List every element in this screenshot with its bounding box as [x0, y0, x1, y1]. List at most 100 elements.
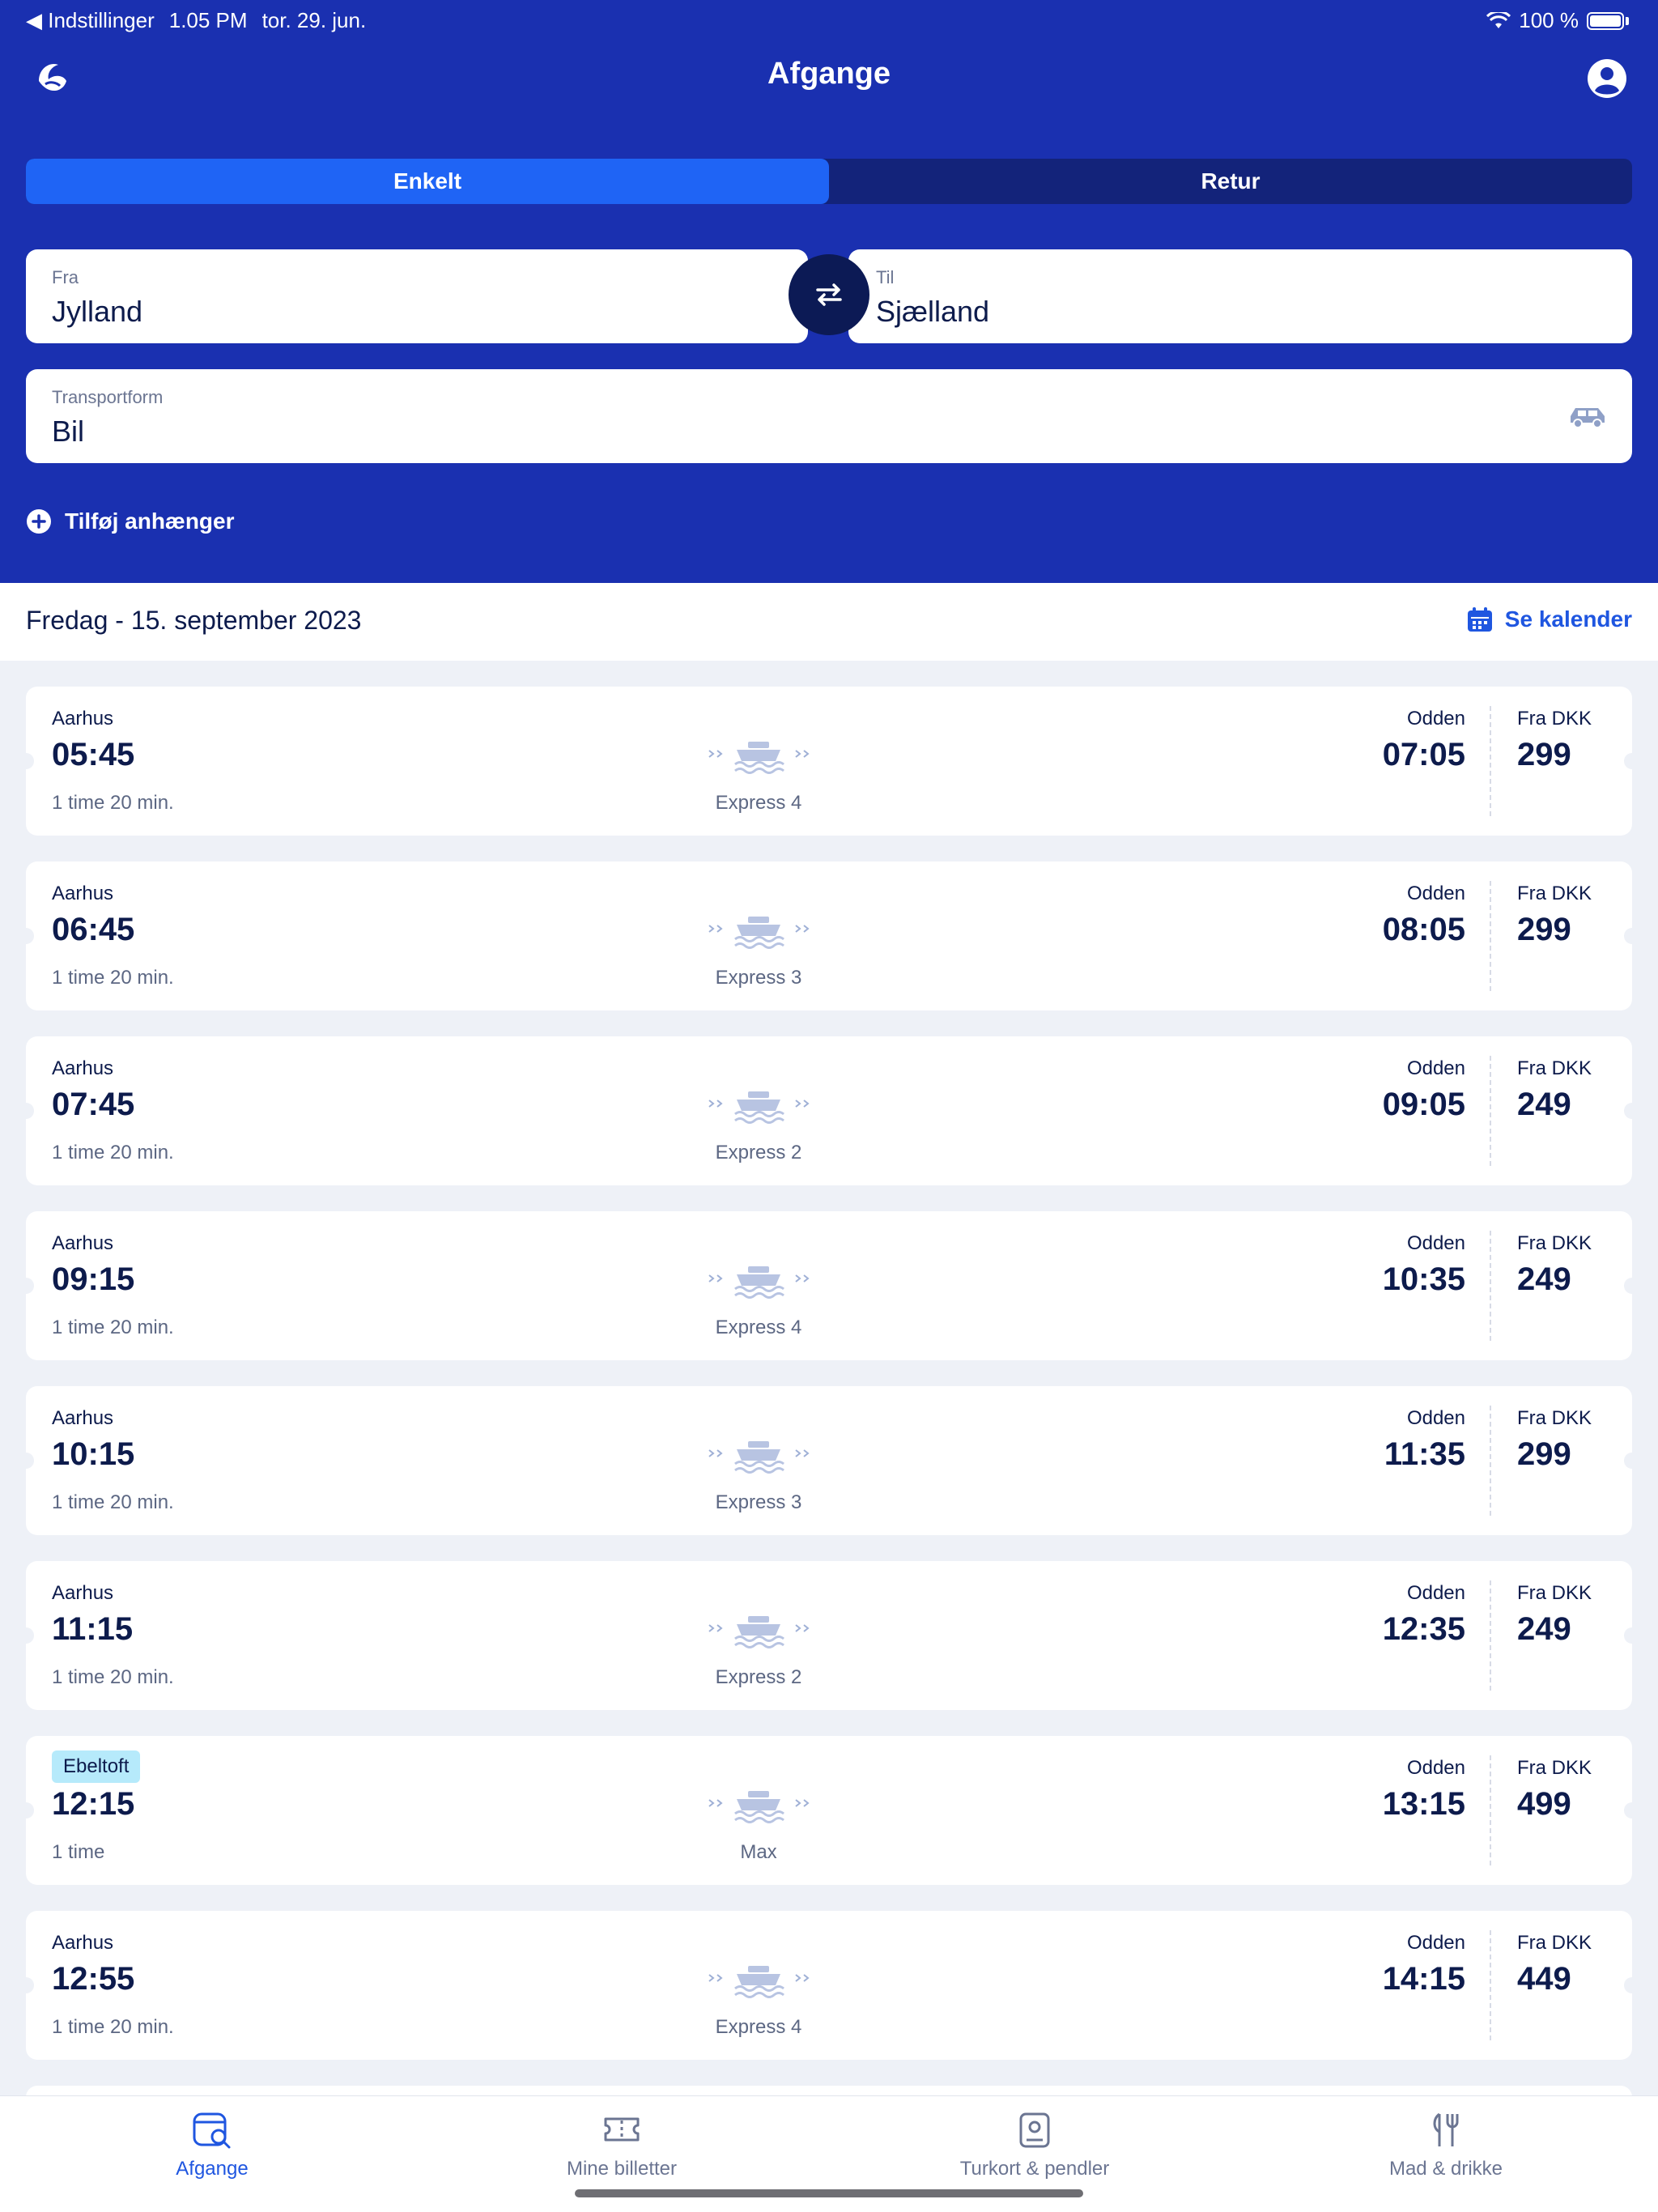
tab-turkort-pendler[interactable]: Turkort & pendler — [913, 2111, 1156, 2180]
tab-retur[interactable]: Retur — [829, 159, 1632, 204]
vessel-name: Express 3 — [715, 1491, 802, 1513]
see-calendar-label: Se kalender — [1504, 606, 1632, 632]
selected-date: Fredag - 15. september 2023 — [26, 606, 362, 635]
status-date: tor. 29. jun. — [261, 8, 367, 32]
add-trailer-label: Tilføj anhænger — [65, 508, 235, 534]
cutlery-icon — [1433, 2112, 1459, 2146]
tab-mine-billetter[interactable]: Mine billetter — [500, 2111, 743, 2180]
departure-port: Aarhus — [52, 1057, 114, 1079]
departure-card[interactable]: Ebeltoft 12:15 1 time Max Odden 13:15 Fr… — [18, 1736, 1640, 1885]
arrival-port: Odden — [1406, 708, 1465, 730]
tab-afgange[interactable]: Afgange — [91, 2111, 334, 2180]
departure-card[interactable]: Aarhus 11:15 1 time 20 min. Express 2 Od… — [18, 1561, 1640, 1710]
departure-port: Aarhus — [52, 1407, 114, 1429]
duration: 1 time 20 min. — [52, 1491, 174, 1513]
arrival-time: 12:35 — [1382, 1611, 1465, 1647]
date-bar: Fredag - 15. september 2023 Se kalender — [0, 583, 1658, 661]
arrival-time: 07:05 — [1382, 737, 1465, 772]
page-title: Afgange — [767, 57, 891, 91]
departure-time: 07:45 — [52, 1087, 135, 1122]
duration: 1 time 20 min. — [52, 1666, 174, 1688]
arrival-port: Odden — [1406, 1757, 1465, 1779]
home-indicator[interactable] — [575, 2189, 1083, 2197]
duration: 1 time 20 min. — [52, 792, 174, 814]
duration: 1 time 20 min. — [52, 1142, 174, 1163]
arrival-time: 10:35 — [1382, 1261, 1465, 1297]
departure-port: Aarhus — [52, 1582, 114, 1604]
tab-mine-billetter-label: Mine billetter — [566, 2158, 678, 2180]
duration: 1 time 20 min. — [52, 1317, 174, 1338]
header: ◀ Indstillinger 1.05 PM tor. 29. jun. 10… — [0, 0, 1658, 583]
ferry-icon — [708, 1265, 810, 1299]
price-label: Fra DKK — [1517, 1757, 1592, 1779]
tab-mad-drikke-label: Mad & drikke — [1388, 2158, 1503, 2180]
departure-port: Aarhus — [52, 1232, 114, 1254]
see-calendar-link[interactable]: Se kalender — [1466, 606, 1632, 633]
departure-port: Aarhus — [52, 708, 114, 730]
ticket-icon — [604, 2117, 640, 2142]
battery-icon — [1587, 11, 1624, 30]
price-label: Fra DKK — [1517, 1582, 1592, 1604]
duration: 1 time 20 min. — [52, 967, 174, 989]
price-label: Fra DKK — [1517, 1057, 1592, 1079]
departure-time: 12:15 — [52, 1786, 135, 1822]
car-icon — [1571, 408, 1605, 428]
departure-port-badge: Ebeltoft — [52, 1750, 141, 1783]
price-label: Fra DKK — [1517, 1407, 1592, 1429]
tab-afgange-label: Afgange — [176, 2158, 249, 2180]
duration: 1 time 20 min. — [52, 2016, 174, 2038]
back-to-settings-link[interactable]: ◀ Indstillinger — [26, 8, 155, 33]
plus-circle-icon — [27, 509, 51, 534]
battery-percent: 100 % — [1519, 8, 1579, 32]
arrival-port: Odden — [1406, 1057, 1465, 1079]
ferry-icon — [708, 1090, 810, 1124]
departure-card[interactable]: Aarhus 09:15 1 time 20 min. Express 4 Od… — [18, 1211, 1640, 1360]
swap-icon — [816, 283, 842, 306]
tab-turkort-pendler-label: Turkort & pendler — [959, 2158, 1110, 2180]
departure-card[interactable]: Aarhus 10:15 1 time 20 min. Express 3 Od… — [18, 1386, 1640, 1535]
profile-icon[interactable] — [1587, 58, 1627, 99]
arrival-port: Odden — [1406, 1582, 1465, 1604]
departure-card[interactable]: Aarhus 05:45 1 time 20 min. Express 4 Od… — [18, 687, 1640, 836]
ferry-icon — [708, 1964, 810, 1998]
arrival-time: 08:05 — [1382, 912, 1465, 947]
price-label: Fra DKK — [1517, 1232, 1592, 1254]
price-label: Fra DKK — [1517, 708, 1592, 730]
transport-field[interactable]: Transportform Bil — [26, 369, 1632, 463]
ferry-icon — [708, 915, 810, 949]
ferry-icon — [708, 1440, 810, 1474]
price-value: 249 — [1517, 1087, 1571, 1122]
price-value: 449 — [1517, 1961, 1571, 1997]
arrival-port: Odden — [1406, 883, 1465, 904]
departure-card[interactable]: Aarhus 07:45 1 time 20 min. Express 2 Od… — [18, 1036, 1640, 1185]
tab-enkelt[interactable]: Enkelt — [26, 159, 829, 204]
vessel-name: Express 4 — [715, 1317, 802, 1338]
wifi-icon — [1486, 11, 1511, 28]
calendar-icon — [1467, 607, 1492, 632]
from-field[interactable]: Fra Jylland — [26, 249, 808, 343]
price-label: Fra DKK — [1517, 1932, 1592, 1954]
tab-mad-drikke[interactable]: Mad & drikke — [1324, 2111, 1567, 2180]
add-trailer-button[interactable]: Tilføj anhænger — [26, 508, 235, 534]
departure-time: 09:15 — [52, 1261, 135, 1297]
to-label: Til — [876, 267, 895, 287]
ferry-icon — [708, 1614, 810, 1648]
status-bar: ◀ Indstillinger 1.05 PM tor. 29. jun. 10… — [0, 0, 1658, 39]
arrival-port: Odden — [1406, 1232, 1465, 1254]
arrival-port: Odden — [1406, 1407, 1465, 1429]
price-value: 499 — [1517, 1786, 1571, 1822]
departures-search-icon — [193, 2112, 231, 2149]
departure-card[interactable]: Aarhus 12:55 1 time 20 min. Express 4 Od… — [18, 1911, 1640, 2060]
from-value: Jylland — [52, 295, 143, 328]
to-field[interactable]: Til Sjælland — [848, 249, 1632, 343]
swap-direction-button[interactable] — [789, 254, 869, 335]
trip-type-segment: Enkelt Retur — [26, 159, 1632, 204]
vessel-name: Express 4 — [715, 792, 802, 814]
departure-time: 12:55 — [52, 1961, 135, 1997]
departure-time: 10:15 — [52, 1436, 135, 1472]
arrival-time: 13:15 — [1382, 1786, 1465, 1822]
departure-card[interactable]: Aarhus 06:45 1 time 20 min. Express 3 Od… — [18, 861, 1640, 1010]
price-value: 249 — [1517, 1261, 1571, 1297]
departure-port: Aarhus — [52, 883, 114, 904]
departure-port: Aarhus — [52, 1932, 114, 1954]
